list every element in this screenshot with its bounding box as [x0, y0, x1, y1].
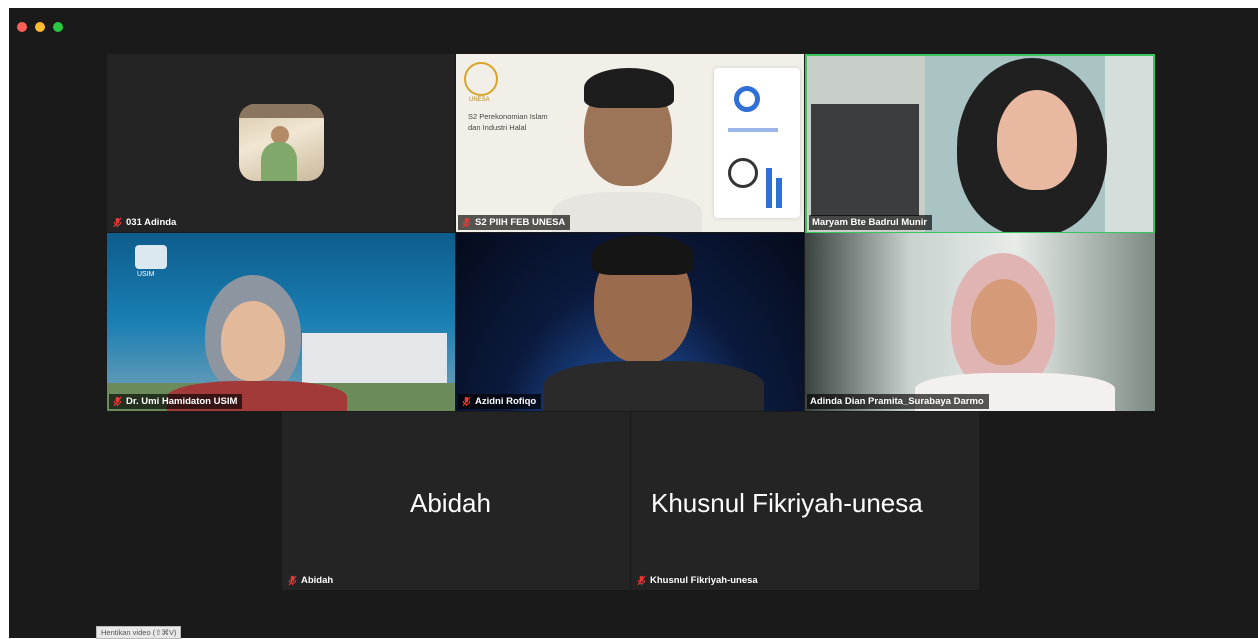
building-graphic: [302, 333, 447, 389]
video-tile-azidni[interactable]: Azidni Rofiqo: [456, 233, 804, 411]
minimize-window-button[interactable]: [35, 22, 45, 32]
slide-graphics: [714, 68, 800, 218]
video-tile-maryam[interactable]: Maryam Bte Badrul Munir: [805, 54, 1155, 234]
video-tile-umi[interactable]: USIM Dr. Umi Hamidaton USIM: [107, 233, 455, 411]
participant-name-tag: Dr. Umi Hamidaton USIM: [109, 394, 243, 409]
participant-name: S2 PIIH FEB UNESA: [475, 217, 566, 228]
window-controls: [17, 22, 63, 32]
mic-muted-icon: [113, 217, 122, 228]
stop-video-button[interactable]: Hentikan video (⇧⌘V): [96, 626, 182, 639]
avatar: [239, 104, 324, 181]
mic-muted-icon: [462, 217, 471, 228]
participant-name-tag: 031 Adinda: [109, 215, 181, 230]
unesa-logo-text: UNESA: [469, 97, 490, 103]
usim-logo-icon: [135, 245, 167, 269]
participant-name-tag: Adinda Dian Pramita_Surabaya Darmo: [807, 394, 989, 409]
video-tile-abidah[interactable]: Abidah Abidah: [282, 412, 630, 590]
usim-logo-text: USIM: [137, 271, 155, 278]
participant-name: Dr. Umi Hamidaton USIM: [126, 396, 238, 407]
participant-name-tag: Azidni Rofiqo: [458, 394, 542, 409]
mic-muted-icon: [637, 575, 646, 586]
unesa-logo-icon: [464, 62, 498, 96]
video-tile-khusnul[interactable]: Khusnul Fikriyah-unesa Khusnul Fikriyah-…: [631, 412, 979, 590]
slide-line-1: S2 Perekonomian Islam: [468, 112, 548, 121]
participant-name-tag: S2 PIIH FEB UNESA: [458, 215, 571, 230]
participant-name-tag: Abidah: [284, 573, 338, 588]
video-tile-adinda-dian[interactable]: Adinda Dian Pramita_Surabaya Darmo: [805, 233, 1155, 411]
participant-name-tag: Khusnul Fikriyah-unesa: [633, 573, 763, 588]
participant-name: Maryam Bte Badrul Munir: [812, 217, 928, 228]
participant-display-name: Khusnul Fikriyah-unesa: [651, 488, 923, 518]
maximize-window-button[interactable]: [53, 22, 63, 32]
participant-name: Khusnul Fikriyah-unesa: [650, 575, 758, 586]
video-tile-s2-piih[interactable]: UNESA S2 Perekonomian Islam dan Industri…: [456, 54, 804, 232]
mic-muted-icon: [113, 396, 122, 407]
mic-muted-icon: [288, 575, 297, 586]
participant-name-tag: Maryam Bte Badrul Munir: [809, 215, 933, 230]
participant-name: Abidah: [301, 575, 334, 586]
participant-name: Azidni Rofiqo: [475, 396, 537, 407]
close-window-button[interactable]: [17, 22, 27, 32]
participant-display-name: Abidah: [410, 488, 491, 518]
video-tile-adinda[interactable]: 031 Adinda: [107, 54, 455, 232]
slide-line-2: dan Industri Halal: [468, 123, 527, 132]
participant-name: 031 Adinda: [126, 217, 177, 228]
mic-muted-icon: [462, 396, 471, 407]
participant-name: Adinda Dian Pramita_Surabaya Darmo: [810, 396, 984, 407]
